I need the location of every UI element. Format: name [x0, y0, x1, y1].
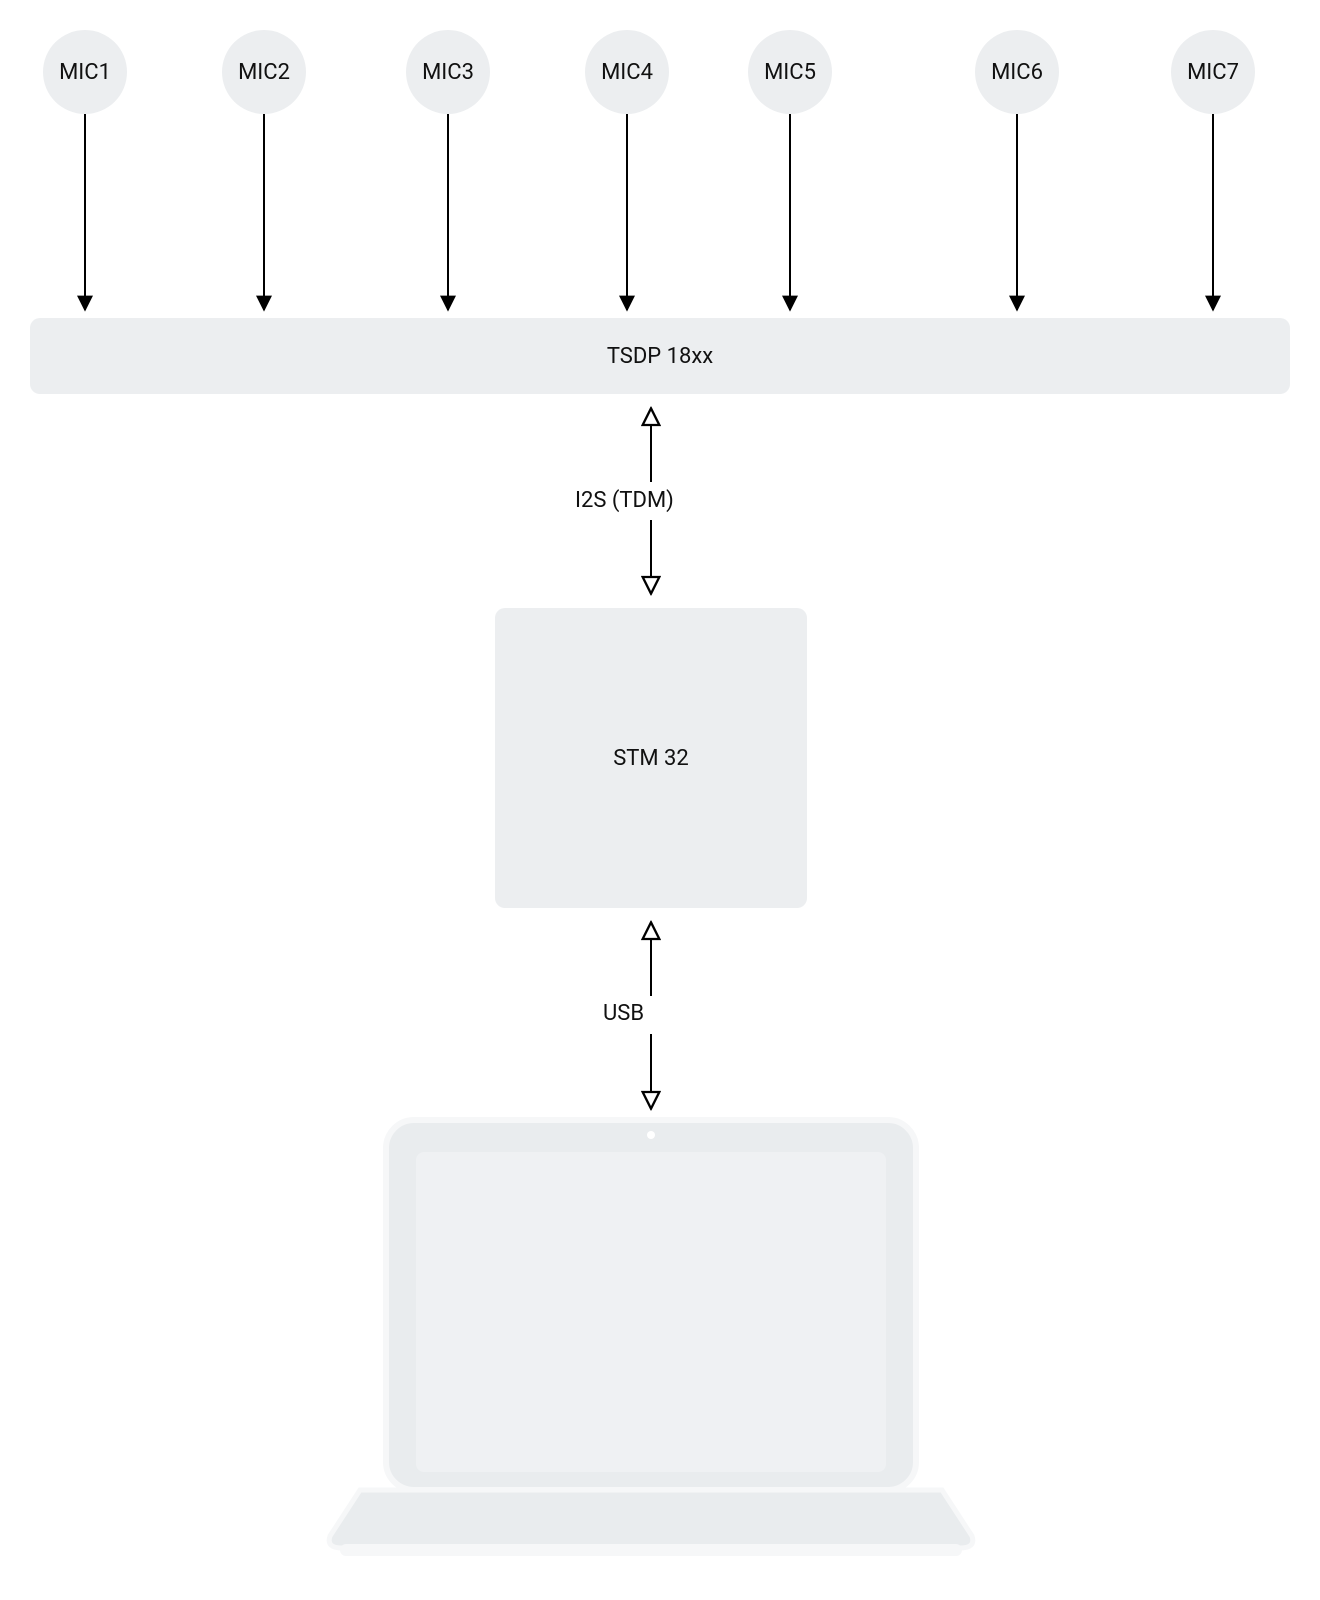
tsdp-label: TSDP 18xx — [607, 344, 713, 369]
mic-node: MIC6 — [975, 30, 1059, 114]
mic-arrows-group — [85, 114, 1213, 310]
stm32-label: STM 32 — [613, 746, 689, 771]
mic-label: MIC2 — [238, 60, 290, 85]
link-i2s-label: I2S (TDM) — [575, 488, 674, 513]
mic-label: MIC7 — [1187, 60, 1239, 85]
mic-node: MIC3 — [406, 30, 490, 114]
mic-label: MIC5 — [764, 60, 816, 85]
laptop-icon — [329, 1120, 973, 1556]
diagram-canvas: MIC1 MIC2 MIC3 MIC4 MIC5 MIC6 MIC7 TSDP … — [0, 0, 1320, 1600]
mic-label: MIC1 — [59, 60, 111, 85]
link-usb-label: USB — [603, 1001, 644, 1026]
mic-node: MIC2 — [222, 30, 306, 114]
mic-label: MIC3 — [422, 60, 474, 85]
mic-label: MIC6 — [991, 60, 1043, 85]
stm32-block: STM 32 — [495, 608, 807, 908]
mic-node: MIC7 — [1171, 30, 1255, 114]
mic-node: MIC4 — [585, 30, 669, 114]
mic-node: MIC1 — [43, 30, 127, 114]
mic-node: MIC5 — [748, 30, 832, 114]
tsdp-block: TSDP 18xx — [30, 318, 1290, 394]
mic-label: MIC4 — [601, 60, 653, 85]
